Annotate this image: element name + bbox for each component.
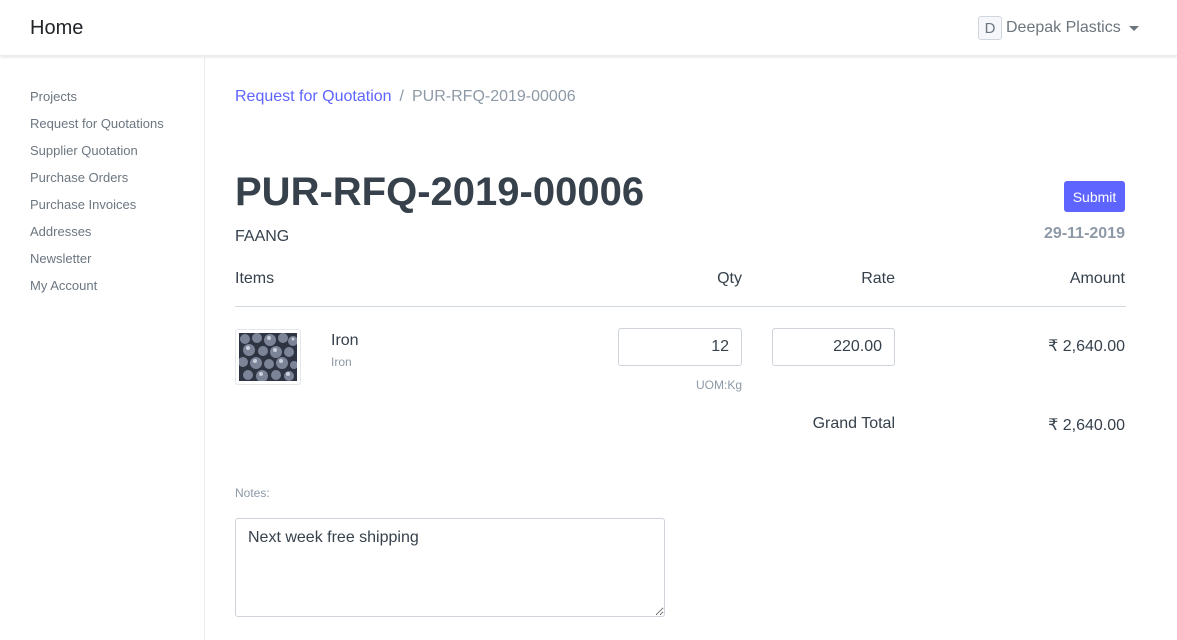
submit-button[interactable]: Submit (1064, 181, 1125, 212)
sidebar-menu: Projects Request for Quotations Supplier… (30, 89, 164, 305)
page-title: PUR-RFQ-2019-00006 (235, 170, 645, 214)
sidebar-item-newsletter[interactable]: Newsletter (30, 251, 164, 278)
item-image (235, 329, 301, 385)
chevron-down-icon (1128, 25, 1139, 31)
grand-total-label: Grand Total (812, 415, 895, 432)
column-header-amount: Amount (1069, 270, 1125, 287)
grand-total-value: ₹ 2,640.00 (1048, 417, 1125, 434)
notes-textarea[interactable]: Next week free shipping (235, 518, 665, 617)
iron-pellets-image (238, 333, 298, 382)
top-navbar: Home D Deepak Plastics (0, 0, 1177, 56)
avatar: D (978, 16, 1002, 40)
item-name: Iron (331, 332, 359, 349)
column-header-rate: Rate (861, 270, 895, 287)
breadcrumb-separator: / (399, 88, 404, 105)
rate-input[interactable] (772, 328, 895, 366)
notes-label: Notes: (235, 486, 270, 500)
item-code: Iron (331, 355, 352, 369)
sidebar-item-request-for-quotations[interactable]: Request for Quotations (30, 116, 164, 143)
sidebar: Projects Request for Quotations Supplier… (0, 57, 205, 640)
breadcrumb-link-rfq[interactable]: Request for Quotation (235, 88, 392, 105)
table-divider (235, 306, 1126, 307)
qty-input[interactable] (618, 328, 742, 366)
supplier-name: FAANG (235, 228, 290, 245)
uom-label: UOM:Kg (695, 378, 742, 392)
document-date: 29-11-2019 (1044, 225, 1125, 242)
breadcrumb: Request for Quotation / PUR-RFQ-2019-00006 (235, 88, 576, 106)
column-header-qty: Qty (717, 270, 742, 287)
sidebar-item-my-account[interactable]: My Account (30, 278, 164, 305)
column-header-items: Items (235, 270, 275, 287)
sidebar-item-addresses[interactable]: Addresses (30, 224, 164, 251)
sidebar-item-supplier-quotation[interactable]: Supplier Quotation (30, 143, 164, 170)
breadcrumb-current: PUR-RFQ-2019-00006 (412, 88, 576, 105)
sidebar-item-projects[interactable]: Projects (30, 89, 164, 116)
user-name: Deepak Plastics (1006, 19, 1121, 36)
sidebar-item-purchase-orders[interactable]: Purchase Orders (30, 170, 164, 197)
item-amount: ₹ 2,640.00 (1048, 338, 1125, 355)
sidebar-item-purchase-invoices[interactable]: Purchase Invoices (30, 197, 164, 224)
home-link[interactable]: Home (30, 17, 83, 40)
user-dropdown[interactable]: D Deepak Plastics (978, 16, 1139, 40)
